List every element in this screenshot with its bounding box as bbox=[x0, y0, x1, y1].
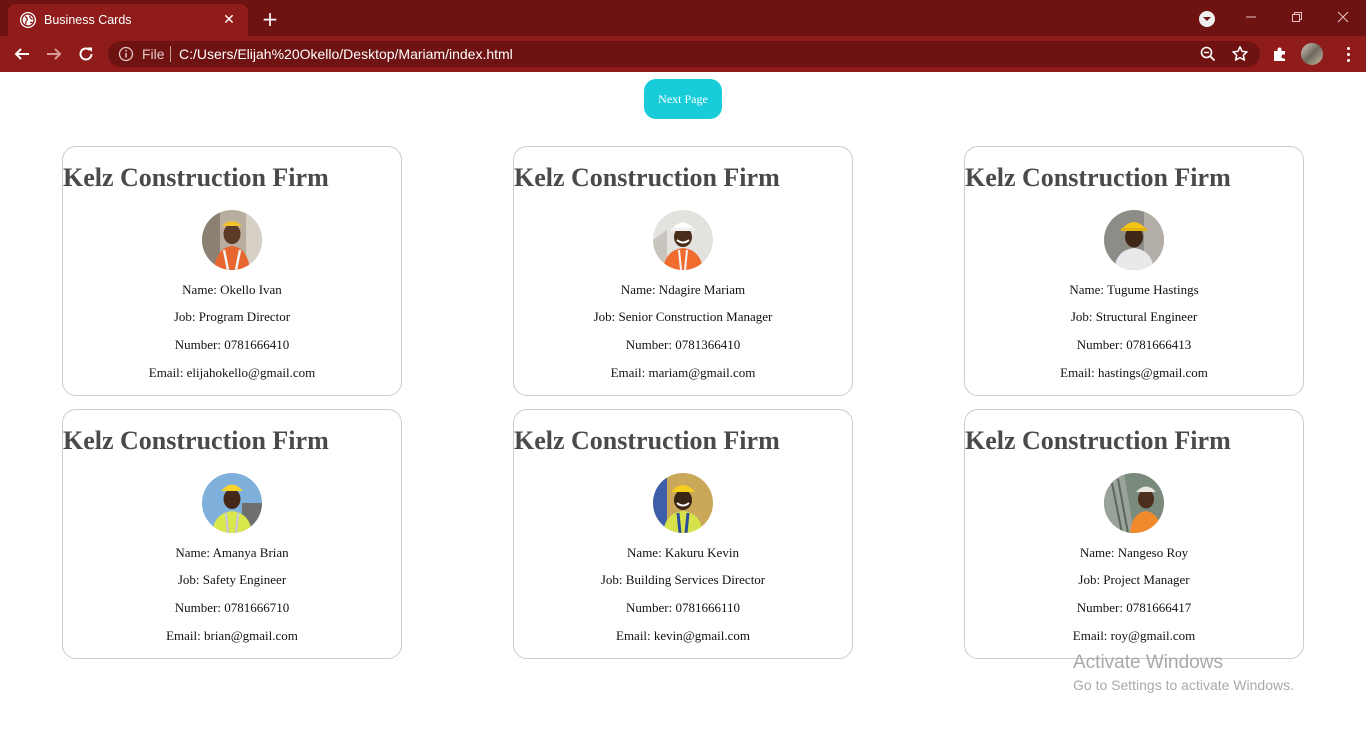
card-number: Number: 0781666110 bbox=[626, 600, 740, 615]
card-name: Name: Tugume Hastings bbox=[1069, 282, 1199, 297]
card-number: Number: 0781666417 bbox=[1076, 600, 1192, 615]
info-icon[interactable] bbox=[118, 46, 134, 62]
tab-title: Business Cards bbox=[44, 13, 132, 27]
card-email: Email: hastings@gmail.com bbox=[1060, 365, 1208, 380]
zoom-icon[interactable] bbox=[1198, 44, 1218, 64]
card-email: Email: elijahokello@gmail.com bbox=[148, 365, 316, 380]
address-divider bbox=[170, 46, 171, 62]
card-job: Job: Safety Engineer bbox=[177, 572, 287, 587]
worker-photo-white-helmet bbox=[653, 210, 713, 270]
card-email: Email: kevin@gmail.com bbox=[616, 628, 750, 643]
card-heading: Kelz Construction Firm bbox=[514, 163, 780, 192]
card-job: Job: Program Director bbox=[173, 309, 291, 324]
worker-photo-yellow-helmet bbox=[1104, 210, 1164, 270]
back-arrow-icon[interactable] bbox=[10, 42, 34, 66]
card-name: Name: Okello Ivan bbox=[182, 282, 282, 297]
browser-tab-strip: Business Cards ✕ + bbox=[0, 0, 1366, 36]
business-card: Kelz Construction Firm Name: Amanya Bria… bbox=[62, 409, 402, 659]
card-job: Job: Project Manager bbox=[1078, 572, 1190, 587]
card-name: Name: Kakuru Kevin bbox=[627, 545, 739, 560]
watermark-subtitle: Go to Settings to activate Windows. bbox=[1073, 677, 1294, 693]
profile-avatar[interactable] bbox=[1301, 43, 1323, 65]
worker-photo-orange-vest bbox=[202, 210, 262, 270]
card-heading: Kelz Construction Firm bbox=[63, 426, 329, 455]
card-number: Number: 0781666710 bbox=[174, 600, 290, 615]
reload-icon[interactable] bbox=[74, 42, 98, 66]
activate-windows-watermark: Activate Windows Go to Settings to activ… bbox=[1073, 652, 1294, 694]
worker-photo-site bbox=[1104, 473, 1164, 533]
card-job: Job: Structural Engineer bbox=[1070, 309, 1198, 324]
menu-icon[interactable] bbox=[1340, 43, 1356, 65]
watermark-title: Activate Windows bbox=[1073, 652, 1223, 673]
card-number: Number: 0781666413 bbox=[1076, 337, 1192, 352]
card-name: Name: Ndagire Mariam bbox=[620, 282, 746, 297]
business-card: Kelz Construction Firm Name: Okello Ivan… bbox=[62, 146, 402, 396]
minimize-window-icon[interactable] bbox=[1237, 6, 1265, 28]
business-card: Kelz Construction Firm Name: Nangeso Roy… bbox=[964, 409, 1304, 659]
worker-photo-sky-background bbox=[202, 473, 262, 533]
card-heading: Kelz Construction Firm bbox=[514, 426, 780, 455]
worker-photo-hi-vis bbox=[653, 473, 713, 533]
business-card: Kelz Construction Firm Name: Ndagire Mar… bbox=[513, 146, 853, 396]
card-job: Job: Building Services Director bbox=[600, 572, 766, 587]
card-email: Email: mariam@gmail.com bbox=[610, 365, 756, 380]
card-name: Name: Amanya Brian bbox=[175, 545, 289, 560]
card-email: Email: brian@gmail.com bbox=[166, 628, 298, 643]
card-email: Email: roy@gmail.com bbox=[1072, 628, 1196, 643]
close-window-icon[interactable] bbox=[1329, 6, 1357, 28]
tab-close-icon[interactable]: ✕ bbox=[220, 11, 238, 29]
card-heading: Kelz Construction Firm bbox=[965, 163, 1231, 192]
card-number: Number: 0781366410 bbox=[625, 337, 741, 352]
business-card: Kelz Construction Firm Name: Kakuru Kevi… bbox=[513, 409, 853, 659]
url-text[interactable]: C:/Users/Elijah%20Okello/Desktop/Mariam/… bbox=[179, 46, 513, 62]
card-job: Job: Senior Construction Manager bbox=[593, 309, 773, 324]
tab-search-chevron-icon[interactable] bbox=[1199, 11, 1215, 27]
forward-arrow-icon[interactable] bbox=[42, 42, 66, 66]
globe-icon bbox=[20, 12, 36, 28]
restore-window-icon[interactable] bbox=[1283, 6, 1311, 28]
business-card: Kelz Construction Firm Name: Tugume Hast… bbox=[964, 146, 1304, 396]
card-name: Name: Nangeso Roy bbox=[1079, 545, 1189, 560]
scheme-label: File bbox=[142, 46, 165, 62]
card-number: Number: 0781666410 bbox=[174, 337, 290, 352]
card-heading: Kelz Construction Firm bbox=[965, 426, 1231, 455]
extensions-icon[interactable] bbox=[1270, 44, 1290, 64]
card-heading: Kelz Construction Firm bbox=[63, 163, 329, 192]
next-page-button[interactable]: Next Page bbox=[644, 79, 722, 119]
star-icon[interactable] bbox=[1230, 44, 1250, 64]
browser-tab-business-cards[interactable]: Business Cards ✕ bbox=[8, 4, 248, 36]
new-tab-button[interactable]: + bbox=[258, 8, 282, 30]
